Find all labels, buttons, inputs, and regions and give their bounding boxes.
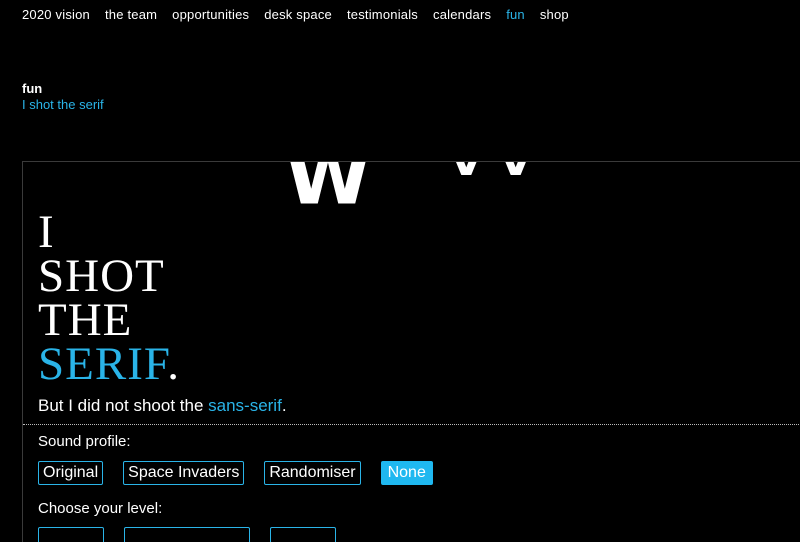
level-label: Choose your level: xyxy=(38,500,163,517)
title-line-the: THE xyxy=(38,294,133,346)
breadcrumb: fun I shot the serif xyxy=(22,81,104,113)
level-options xyxy=(38,527,336,542)
title-highlight-serif: SERIF xyxy=(38,338,168,390)
level-option-1[interactable] xyxy=(38,527,104,542)
level-option-2[interactable] xyxy=(124,527,250,542)
top-navigation: 2020 vision the team opportunities desk … xyxy=(22,7,569,22)
tagline-suffix: . xyxy=(281,396,287,415)
game-tagline: But I did not shoot the sans-serif. xyxy=(38,396,287,416)
breadcrumb-section: fun xyxy=(22,81,43,96)
title-dot: . xyxy=(167,338,180,390)
level-option-3[interactable] xyxy=(270,527,336,542)
falling-letter-invader: W xyxy=(285,161,372,222)
title-line-i: I xyxy=(38,206,55,258)
falling-letter-invader-small: V V xyxy=(449,161,533,185)
nav-item-desk-space[interactable]: desk space xyxy=(264,7,332,22)
game-canvas[interactable]: W V V I SHOT THE SERIF. But I did not sh… xyxy=(22,161,800,542)
game-title: I SHOT THE SERIF. xyxy=(38,206,180,388)
nav-item-2020-vision[interactable]: 2020 vision xyxy=(22,7,90,22)
sound-profile-options: Original Space Invaders Randomiser None xyxy=(38,461,433,485)
nav-item-opportunities[interactable]: opportunities xyxy=(172,7,249,22)
dotted-divider xyxy=(23,424,800,425)
nav-item-shop[interactable]: shop xyxy=(540,7,569,22)
tagline-prefix: But I did not shoot the xyxy=(38,396,209,415)
sound-option-randomiser[interactable]: Randomiser xyxy=(264,461,361,485)
nav-item-the-team[interactable]: the team xyxy=(105,7,157,22)
title-line-serif: SERIF. xyxy=(38,341,180,388)
sound-profile-label: Sound profile: xyxy=(38,433,131,450)
sound-option-none[interactable]: None xyxy=(380,461,433,485)
breadcrumb-page[interactable]: I shot the serif xyxy=(22,97,104,113)
title-line-shot: SHOT xyxy=(38,250,165,302)
tagline-highlight: sans-serif xyxy=(208,396,282,415)
nav-item-testimonials[interactable]: testimonials xyxy=(347,7,418,22)
nav-item-fun[interactable]: fun xyxy=(506,7,525,22)
sound-option-original[interactable]: Original xyxy=(38,461,104,485)
sound-option-space-invaders[interactable]: Space Invaders xyxy=(123,461,245,485)
nav-item-calendars[interactable]: calendars xyxy=(433,7,491,22)
